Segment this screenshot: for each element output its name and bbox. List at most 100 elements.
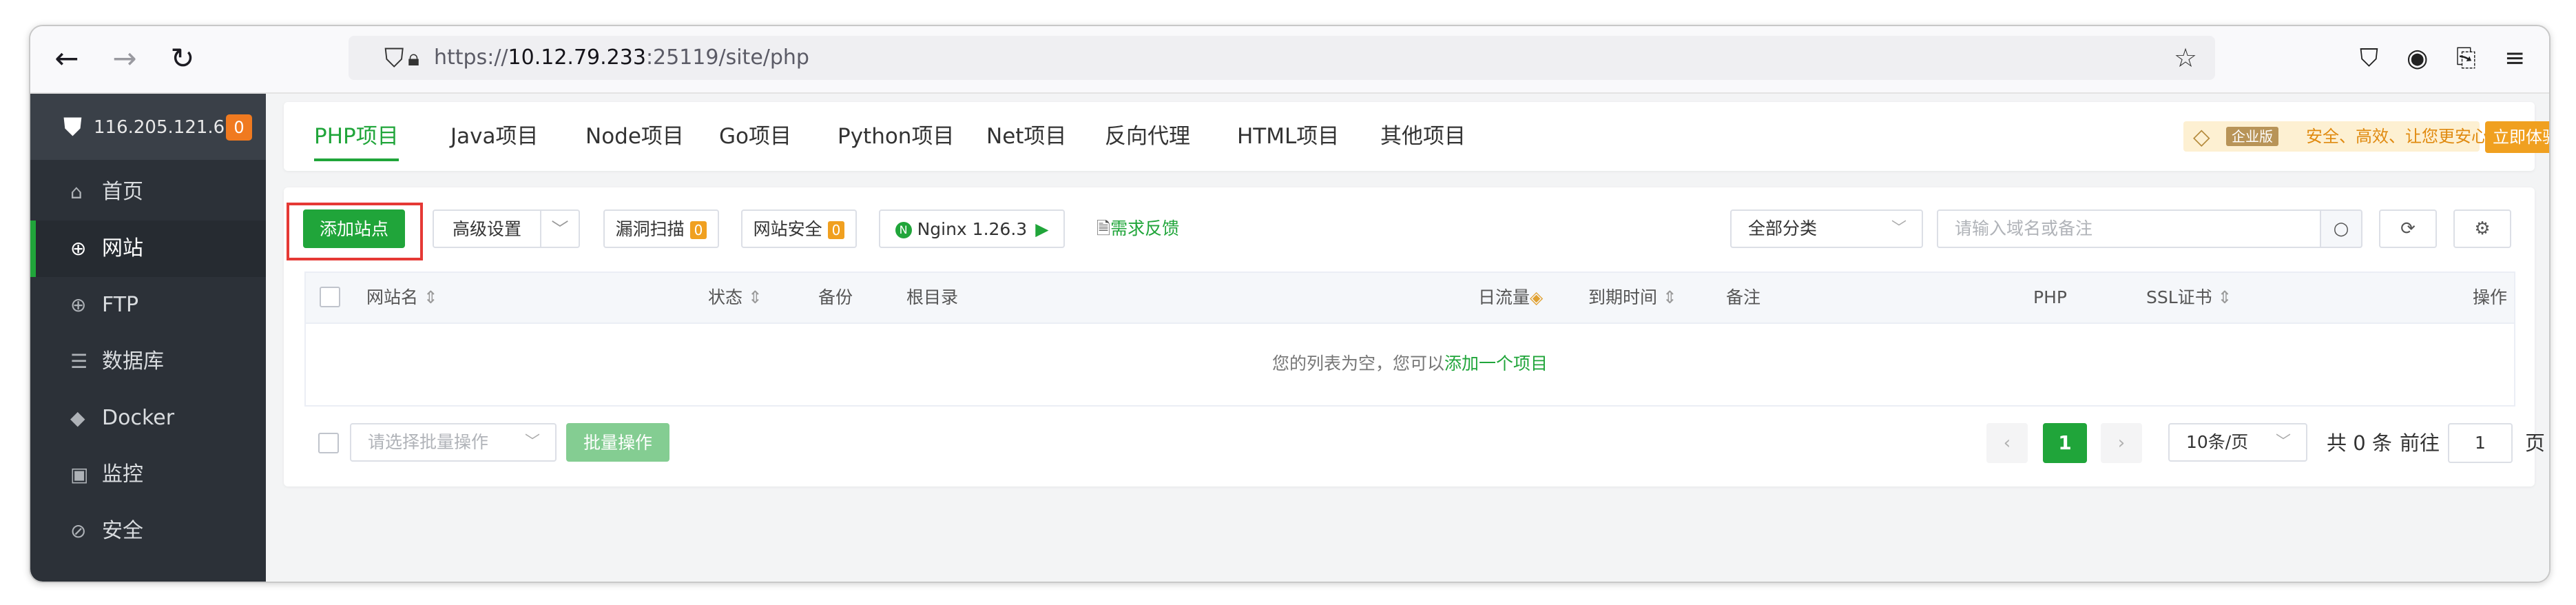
- batch-action-button[interactable]: 批量操作: [566, 423, 669, 462]
- page-size-select[interactable]: 10条/页 ﹀: [2168, 423, 2307, 462]
- sidebar-item-monitor[interactable]: ▣ 监控: [30, 447, 266, 503]
- account-icon[interactable]: ◉: [2407, 41, 2428, 76]
- sidebar-item-database[interactable]: ☰ 数据库: [30, 334, 266, 390]
- back-arrow-icon[interactable]: ←: [50, 41, 84, 76]
- sort-icon: ⇕: [423, 287, 438, 307]
- empty-state: 您的列表为空，您可以添加一个项目: [1271, 353, 1548, 373]
- col-site-name[interactable]: 网站名 ⇕: [366, 273, 438, 322]
- home-icon: ⌂: [70, 181, 83, 203]
- search-input[interactable]: 请输入域名或备注: [1937, 209, 2321, 248]
- site-toolbar: 添加站点 高级设置 ﹀ 漏洞扫描 0 网站安全 0 N Nginx 1.26.3 ▶ 🗎…: [284, 203, 2535, 260]
- select-all-checkbox[interactable]: [320, 287, 340, 307]
- lock-warning-icon[interactable]: 🔒︎: [408, 41, 419, 74]
- site-list-panel: 添加站点 高级设置 ﹀ 漏洞扫描 0 网站安全 0 N Nginx 1.26.3 ▶ 🗎…: [284, 187, 2545, 486]
- table-header: 网站名 ⇕ 状态 ⇕ 备份 根目录 日流量◈ 到期时间 ⇕ 备注 PHP SSL…: [306, 273, 2514, 324]
- nginx-button[interactable]: N Nginx 1.26.3 ▶: [879, 209, 1065, 248]
- nginx-icon: N: [895, 222, 912, 238]
- sidebar: ⛊ 116.205.121.67 0 ⌂ 首页 ⊕ 网站 ⊕ FTP ☰ 数据库…: [30, 94, 266, 582]
- advanced-dropdown-chevron-icon[interactable]: ﹀: [540, 209, 580, 248]
- refresh-icon[interactable]: ⟳: [2379, 209, 2437, 248]
- main-area: PHP项目 Java项目 Node项目 Go项目 Python项目 Net项目 …: [266, 94, 2549, 582]
- sidebar-item-docker[interactable]: ◆ Docker: [30, 390, 266, 447]
- tracking-shield-icon[interactable]: ⛉: [384, 41, 404, 74]
- enterprise-promo[interactable]: ◇ 企业版 安全、高效、让您更安心: [2183, 121, 2488, 152]
- tab-node[interactable]: Node项目: [585, 102, 684, 171]
- url-text[interactable]: https://10.12.79.233:25119/site/php: [434, 36, 809, 80]
- prev-page-icon[interactable]: ‹: [1986, 423, 2028, 463]
- table-footer: 请选择批量操作 ﹀ 批量操作 ‹ 1 › 10条/页 ﹀ 共 0 条 前往 1 页: [284, 423, 2545, 464]
- sidebar-item-home[interactable]: ⌂ 首页: [30, 164, 266, 221]
- tab-go[interactable]: Go项目: [719, 102, 791, 171]
- category-select[interactable]: 全部分类 ﹀: [1730, 209, 1923, 248]
- browser-window: ← → ↻ ⛉ 🔒︎ https://10.12.79.233:25119/si…: [29, 25, 2551, 583]
- batch-action-select[interactable]: 请选择批量操作 ﹀: [350, 423, 557, 462]
- advanced-settings-button[interactable]: 高级设置: [433, 209, 541, 248]
- col-traffic[interactable]: 日流量◈: [1478, 273, 1543, 322]
- sort-icon: ⇕: [1662, 287, 1677, 307]
- enterprise-badge: 企业版: [2226, 127, 2278, 146]
- tab-java[interactable]: Java项目: [450, 102, 538, 171]
- monitor-icon: ▣: [70, 463, 89, 486]
- search-icon[interactable]: ○: [2320, 209, 2362, 248]
- tab-net[interactable]: Net项目: [986, 102, 1066, 171]
- chevron-down-icon: ﹀: [524, 433, 540, 451]
- project-tabs: PHP项目 Java项目 Node项目 Go项目 Python项目 Net项目 …: [284, 102, 2549, 171]
- try-now-button[interactable]: 立即体验: [2485, 121, 2549, 153]
- tab-html[interactable]: HTML项目: [1237, 102, 1339, 171]
- current-page[interactable]: 1: [2043, 423, 2087, 463]
- col-remark: 备注: [1726, 287, 1761, 307]
- tab-other[interactable]: 其他项目: [1380, 102, 1466, 171]
- promo-slogan: 安全、高效、让您更安心: [2306, 127, 2488, 146]
- col-php: PHP: [2033, 287, 2067, 307]
- add-site-button[interactable]: 添加站点: [303, 209, 405, 248]
- ftp-icon: ⊕: [70, 294, 87, 316]
- goto-label: 前往: [2400, 431, 2440, 455]
- docker-icon: ◆: [70, 407, 85, 429]
- page-unit-label: 页: [2525, 431, 2546, 455]
- sidebar-item-ftp[interactable]: ⊕ FTP: [30, 277, 266, 334]
- sort-icon: ⇕: [747, 287, 762, 307]
- col-root: 根目录: [906, 287, 959, 307]
- forward-arrow-icon[interactable]: →: [107, 41, 142, 76]
- feedback-link[interactable]: 🗎︎需求反馈: [1097, 209, 1179, 248]
- bookmark-star-icon[interactable]: ☆: [2174, 41, 2197, 74]
- address-bar[interactable]: ⛉ 🔒︎ https://10.12.79.233:25119/site/php…: [349, 36, 2215, 80]
- shield-icon: ⊘: [70, 520, 87, 542]
- tab-php[interactable]: PHP项目: [314, 102, 399, 171]
- menu-icon[interactable]: ≡: [2504, 41, 2525, 76]
- site-table: 网站名 ⇕ 状态 ⇕ 备份 根目录 日流量◈ 到期时间 ⇕ 备注 PHP SSL…: [304, 271, 2515, 407]
- settings-gear-icon[interactable]: ⚙: [2453, 209, 2511, 248]
- globe-icon: ⊕: [70, 237, 87, 260]
- col-action: 操作: [2473, 287, 2508, 307]
- footer-select-checkbox[interactable]: [318, 433, 339, 453]
- server-ip: 116.205.121.67: [94, 117, 236, 138]
- reload-icon[interactable]: ↻: [165, 41, 200, 76]
- sort-icon: ⇕: [2217, 287, 2232, 307]
- feedback-icon: 🗎︎: [1097, 218, 1111, 238]
- notification-badge[interactable]: 0: [226, 114, 252, 141]
- server-header[interactable]: ⛊ 116.205.121.67 0: [30, 94, 266, 160]
- vuln-count-badge: 0: [689, 221, 707, 239]
- extensions-icon[interactable]: ⎘: [2456, 41, 2476, 76]
- sidebar-item-website[interactable]: ⊕ 网站: [30, 221, 266, 277]
- tab-python[interactable]: Python项目: [838, 102, 954, 171]
- total-count: 共 0 条: [2327, 431, 2392, 455]
- col-expire[interactable]: 到期时间 ⇕: [1588, 273, 1677, 322]
- col-ssl[interactable]: SSL证书 ⇕: [2146, 273, 2232, 322]
- next-page-icon[interactable]: ›: [2101, 423, 2142, 463]
- vip-icon: ◈: [1530, 287, 1544, 307]
- col-status[interactable]: 状态 ⇕: [708, 273, 762, 322]
- vuln-scan-button[interactable]: 漏洞扫描 0: [603, 209, 719, 248]
- goto-page-input[interactable]: 1: [2448, 423, 2513, 463]
- play-icon: ▶: [1035, 219, 1049, 239]
- browser-toolbar: ← → ↻ ⛉ 🔒︎ https://10.12.79.233:25119/si…: [30, 26, 2549, 94]
- diamond-icon: ◇: [2193, 123, 2210, 150]
- pocket-icon[interactable]: ⛉: [2360, 41, 2378, 76]
- site-security-button[interactable]: 网站安全 0: [741, 209, 857, 248]
- sidebar-item-security[interactable]: ⊘ 安全: [30, 503, 266, 560]
- database-icon: ☰: [70, 350, 88, 373]
- chevron-down-icon: ﹀: [1891, 220, 1907, 237]
- tab-reverse-proxy[interactable]: 反向代理: [1105, 102, 1190, 171]
- add-project-link[interactable]: 添加一个项目: [1444, 353, 1548, 373]
- security-count-badge: 0: [827, 221, 845, 239]
